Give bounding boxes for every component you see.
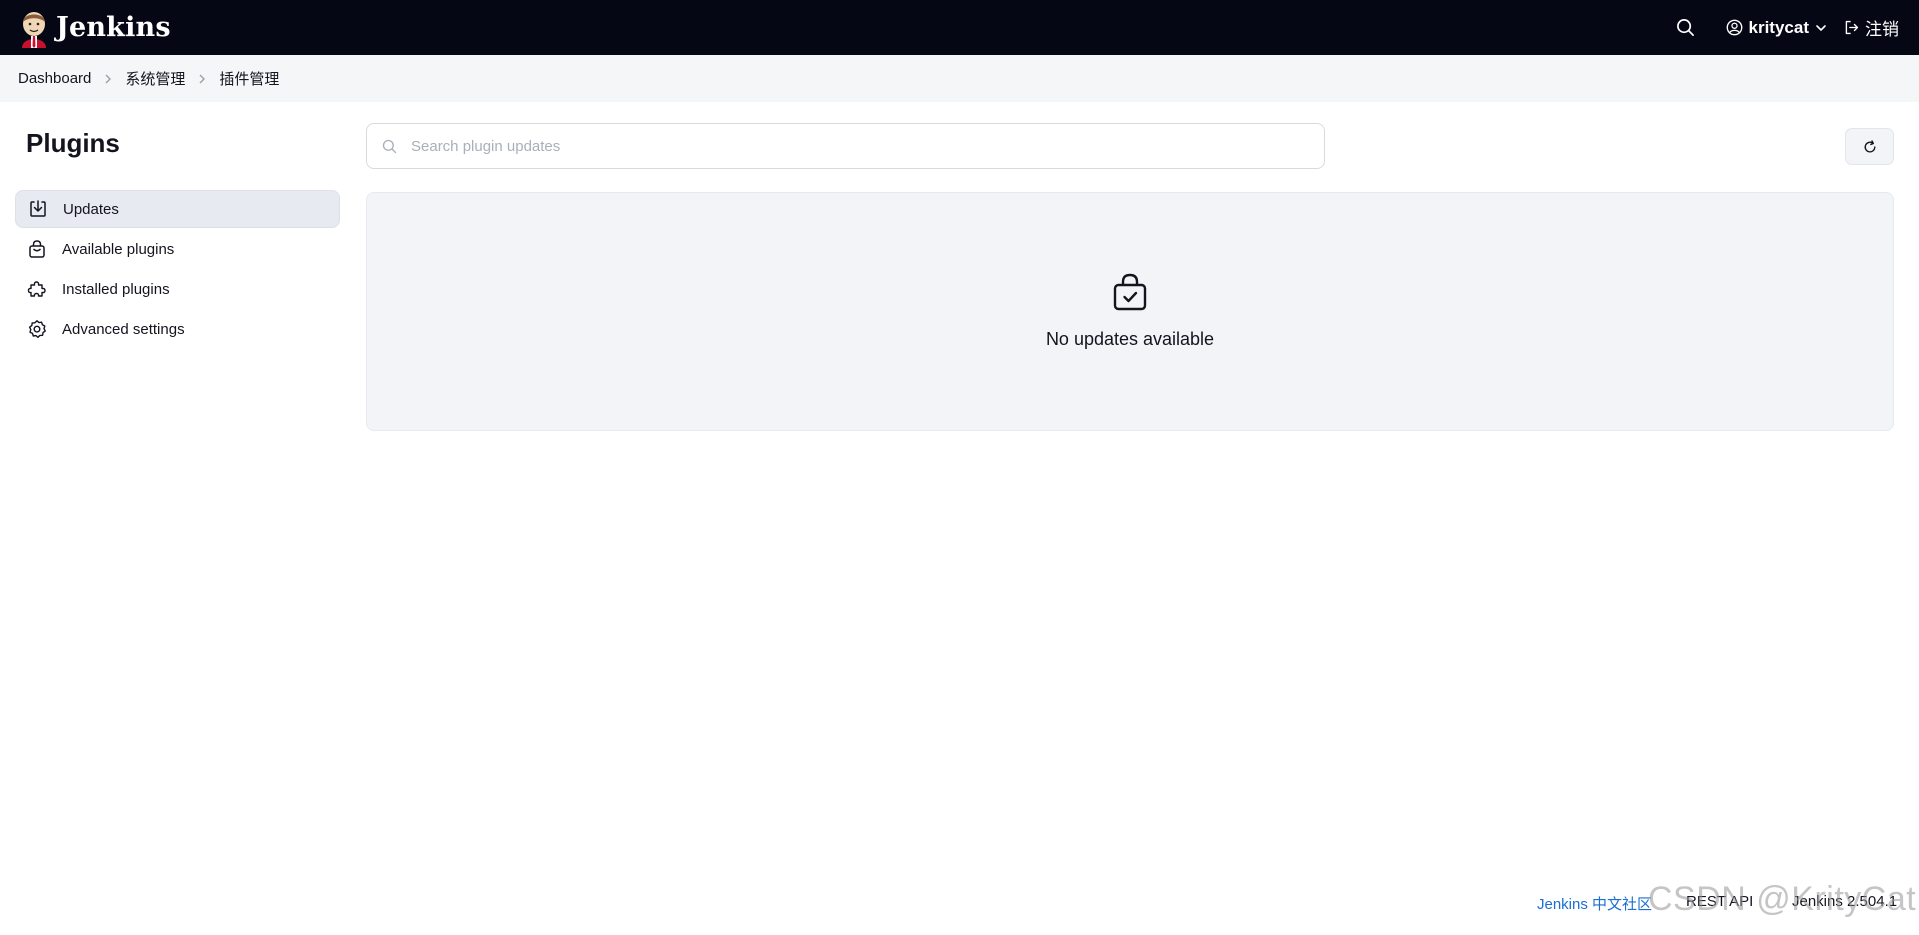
gear-icon (26, 318, 48, 340)
sidebar-item-label: Installed plugins (62, 280, 170, 298)
user-name: kritycat (1748, 17, 1809, 37)
page-footer: Jenkins 中文社区 REST API Jenkins 2.504.1 (0, 893, 1919, 913)
shopping-bag-check-icon (1113, 273, 1147, 311)
refresh-icon (1864, 139, 1875, 152)
header-actions: kritycat 注销 (1666, 0, 1919, 55)
chevron-down-icon (1816, 24, 1826, 31)
breadcrumb-system-management[interactable]: 系统管理 (125, 68, 185, 89)
check-updates-button[interactable] (1845, 128, 1894, 165)
user-menu[interactable]: kritycat (1726, 18, 1827, 38)
logout-label: 注销 (1865, 20, 1899, 39)
watermark: CSDN @KrityCat (1648, 880, 1917, 918)
brand-name: Jenkins (56, 12, 171, 43)
download-icon (27, 198, 49, 220)
breadcrumb-dashboard[interactable]: Dashboard (18, 70, 91, 87)
breadcrumb-plugin-management[interactable]: 插件管理 (219, 68, 279, 89)
chevron-right-icon (91, 73, 125, 85)
plugin-search-box[interactable] (366, 123, 1325, 169)
top-header: Jenkins kritycat 注销 (0, 0, 1919, 55)
page-title: Plugins (26, 128, 120, 158)
shopping-bag-icon (26, 238, 48, 260)
sidebar-item-updates[interactable]: Updates (15, 190, 340, 228)
updates-panel: No updates available (366, 192, 1894, 431)
breadcrumb: Dashboard 系统管理 插件管理 (0, 55, 1919, 102)
search-input[interactable] (409, 136, 1324, 156)
sidebar-item-available-plugins[interactable]: Available plugins (15, 230, 340, 268)
sidebar-item-advanced-settings[interactable]: Advanced settings (15, 310, 340, 348)
jenkins-logo-icon (22, 11, 46, 48)
logout-icon (1845, 20, 1859, 35)
community-link[interactable]: Jenkins 中文社区 (1537, 893, 1652, 914)
sidebar-item-label: Updates (63, 200, 119, 218)
chevron-right-icon (185, 73, 219, 85)
empty-state-message: No updates available (1045, 329, 1215, 349)
user-avatar-icon (1726, 19, 1742, 36)
jenkins-home-link[interactable]: Jenkins (18, 8, 171, 48)
search-icon (1677, 19, 1694, 36)
search-button[interactable] (1666, 8, 1706, 48)
search-icon (382, 139, 397, 154)
sidebar-item-label: Available plugins (62, 240, 175, 258)
logout-button[interactable]: 注销 (1843, 15, 1899, 40)
plugins-sidebar: Updates Available plugins Installed plug… (15, 190, 340, 350)
sidebar-item-label: Advanced settings (62, 320, 185, 338)
puzzle-icon (26, 278, 48, 300)
sidebar-item-installed-plugins[interactable]: Installed plugins (15, 270, 340, 308)
